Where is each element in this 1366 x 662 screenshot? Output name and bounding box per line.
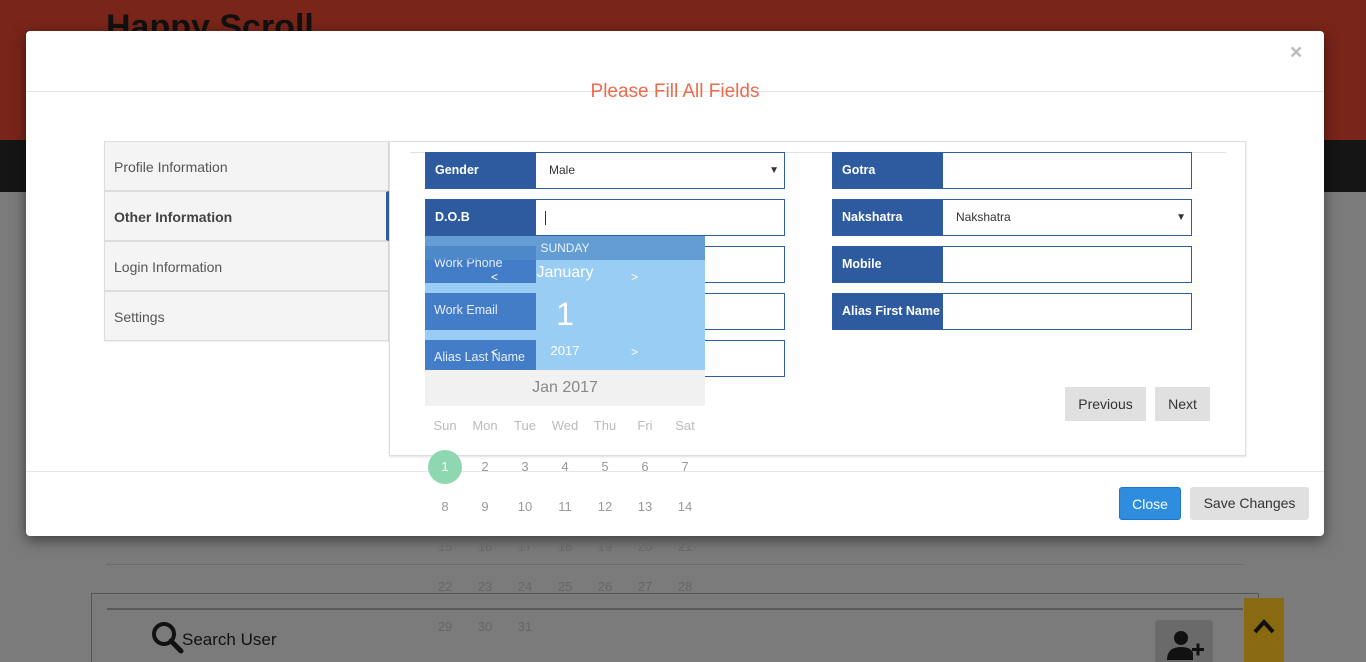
gotra-input[interactable] — [943, 153, 1191, 188]
close-button[interactable]: Close — [1119, 487, 1181, 520]
modal-close-icon[interactable]: × — [1290, 41, 1302, 65]
chevron-up-icon — [1253, 619, 1275, 634]
calendar-day[interactable]: 16 — [465, 539, 505, 554]
calendar-day[interactable]: 9 — [465, 499, 505, 514]
calendar-day[interactable]: 8 — [425, 499, 465, 514]
calendar-day[interactable]: 25 — [545, 579, 585, 594]
text-cursor — [545, 210, 546, 225]
gotra-label: Gotra — [833, 153, 943, 188]
datepicker-prev-month-button[interactable]: < — [491, 270, 498, 284]
search-user-label[interactable]: Search User — [182, 630, 276, 650]
background-divider — [106, 564, 1244, 565]
calendar-day[interactable]: 31 — [505, 619, 545, 634]
alias-first-name-label: Alias First Name — [833, 294, 943, 329]
search-icon — [152, 622, 184, 654]
calendar-day[interactable]: 24 — [505, 579, 545, 594]
gender-select[interactable]: Male ▼ — [536, 153, 784, 188]
tab-settings[interactable]: Settings — [104, 291, 389, 341]
mobile-input[interactable] — [943, 247, 1191, 282]
weekday-thu: Thu — [593, 418, 617, 433]
datepicker-day-name: SUNDAY — [425, 236, 705, 260]
mobile-field: Mobile — [832, 246, 1192, 283]
scroll-to-top-button[interactable] — [1244, 598, 1284, 662]
calendar-day[interactable]: 17 — [505, 539, 545, 554]
alias-last-name-input[interactable] — [705, 340, 785, 377]
calendar-day[interactable]: 5 — [585, 459, 625, 474]
calendar-day[interactable]: 13 — [625, 499, 665, 514]
weekday-wed: Wed — [551, 418, 579, 433]
nakshatra-label: Nakshatra — [833, 200, 943, 235]
previous-button[interactable]: Previous — [1065, 387, 1146, 421]
dob-input[interactable] — [536, 200, 784, 235]
weekday-sun: Sun — [433, 418, 457, 433]
dropdown-caret-icon: ▼ — [1176, 212, 1186, 223]
calendar-day[interactable]: 4 — [545, 459, 585, 474]
weekday-mon: Mon — [472, 418, 498, 433]
calendar-day[interactable]: 15 — [425, 539, 465, 554]
calendar-day-selected[interactable]: 1 — [428, 450, 462, 484]
dropdown-caret-icon: ▼ — [769, 165, 779, 176]
dob-label: D.O.B — [426, 200, 536, 235]
datepicker-month: January — [536, 264, 594, 281]
calendar-day[interactable]: 23 — [465, 579, 505, 594]
calendar-day[interactable]: 27 — [625, 579, 665, 594]
nakshatra-select[interactable]: Nakshatra ▼ — [943, 200, 1191, 235]
mobile-label: Mobile — [833, 247, 943, 282]
gender-label: Gender — [426, 153, 536, 188]
calendar-day[interactable]: 22 — [425, 579, 465, 594]
alias-first-name-field: Alias First Name — [832, 293, 1192, 330]
work-email-input[interactable] — [705, 293, 785, 330]
calendar-day[interactable]: 2 — [465, 459, 505, 474]
dob-field: D.O.B — [425, 199, 785, 236]
calendar-day[interactable]: 12 — [585, 499, 625, 514]
datepicker-next-year-button[interactable]: > — [631, 345, 638, 359]
search-user-panel — [91, 593, 1259, 662]
gender-selected-value: Male — [549, 163, 576, 177]
calendar-day[interactable]: 11 — [545, 499, 585, 514]
nakshatra-field: Nakshatra Nakshatra ▼ — [832, 199, 1192, 236]
calendar-day[interactable]: 29 — [425, 619, 465, 634]
calendar-day[interactable]: 26 — [585, 579, 625, 594]
modal-title: Please Fill All Fields — [590, 81, 760, 102]
add-user-icon — [1167, 631, 1204, 660]
add-user-button[interactable] — [1155, 620, 1213, 662]
calendar-day[interactable]: 6 — [625, 459, 665, 474]
weekday-tue: Tue — [514, 418, 536, 433]
tab-other-information[interactable]: Other Information — [104, 191, 389, 241]
datepicker-next-month-button[interactable]: > — [631, 270, 638, 284]
calendar-day[interactable]: 14 — [665, 499, 705, 514]
datepicker-year: 2017 — [550, 343, 580, 358]
calendar-day[interactable]: 7 — [665, 459, 705, 474]
calendar-day[interactable]: 18 — [545, 539, 585, 554]
gender-field: Gender Male ▼ — [425, 152, 785, 189]
weekday-sat: Sat — [675, 418, 695, 433]
work-phone-input[interactable] — [705, 246, 785, 283]
save-changes-button[interactable]: Save Changes — [1190, 487, 1309, 520]
datepicker-calendar-title: Jan 2017 — [425, 370, 705, 406]
tab-login-information[interactable]: Login Information — [104, 241, 389, 291]
alias-first-name-input[interactable] — [943, 294, 1191, 329]
calendar-day[interactable]: 10 — [505, 499, 545, 514]
tab-profile-information[interactable]: Profile Information — [104, 141, 389, 191]
weekday-fri: Fri — [637, 418, 653, 433]
calendar-day[interactable]: 19 — [585, 539, 625, 554]
panel-divider — [107, 608, 1243, 610]
calendar-day[interactable]: 30 — [465, 619, 505, 634]
calendar-day[interactable]: 20 — [625, 539, 665, 554]
calendar-day[interactable]: 28 — [665, 579, 705, 594]
datepicker-day-number: 1 — [556, 296, 574, 332]
calendar-day[interactable]: 21 — [665, 539, 705, 554]
form-tabs: Profile Information Other Information Lo… — [104, 141, 389, 341]
calendar-day[interactable]: 3 — [505, 459, 545, 474]
nakshatra-selected-value: Nakshatra — [956, 210, 1011, 224]
gotra-field: Gotra — [832, 152, 1192, 189]
datepicker-prev-year-button[interactable]: < — [491, 345, 498, 359]
next-button[interactable]: Next — [1155, 387, 1210, 421]
